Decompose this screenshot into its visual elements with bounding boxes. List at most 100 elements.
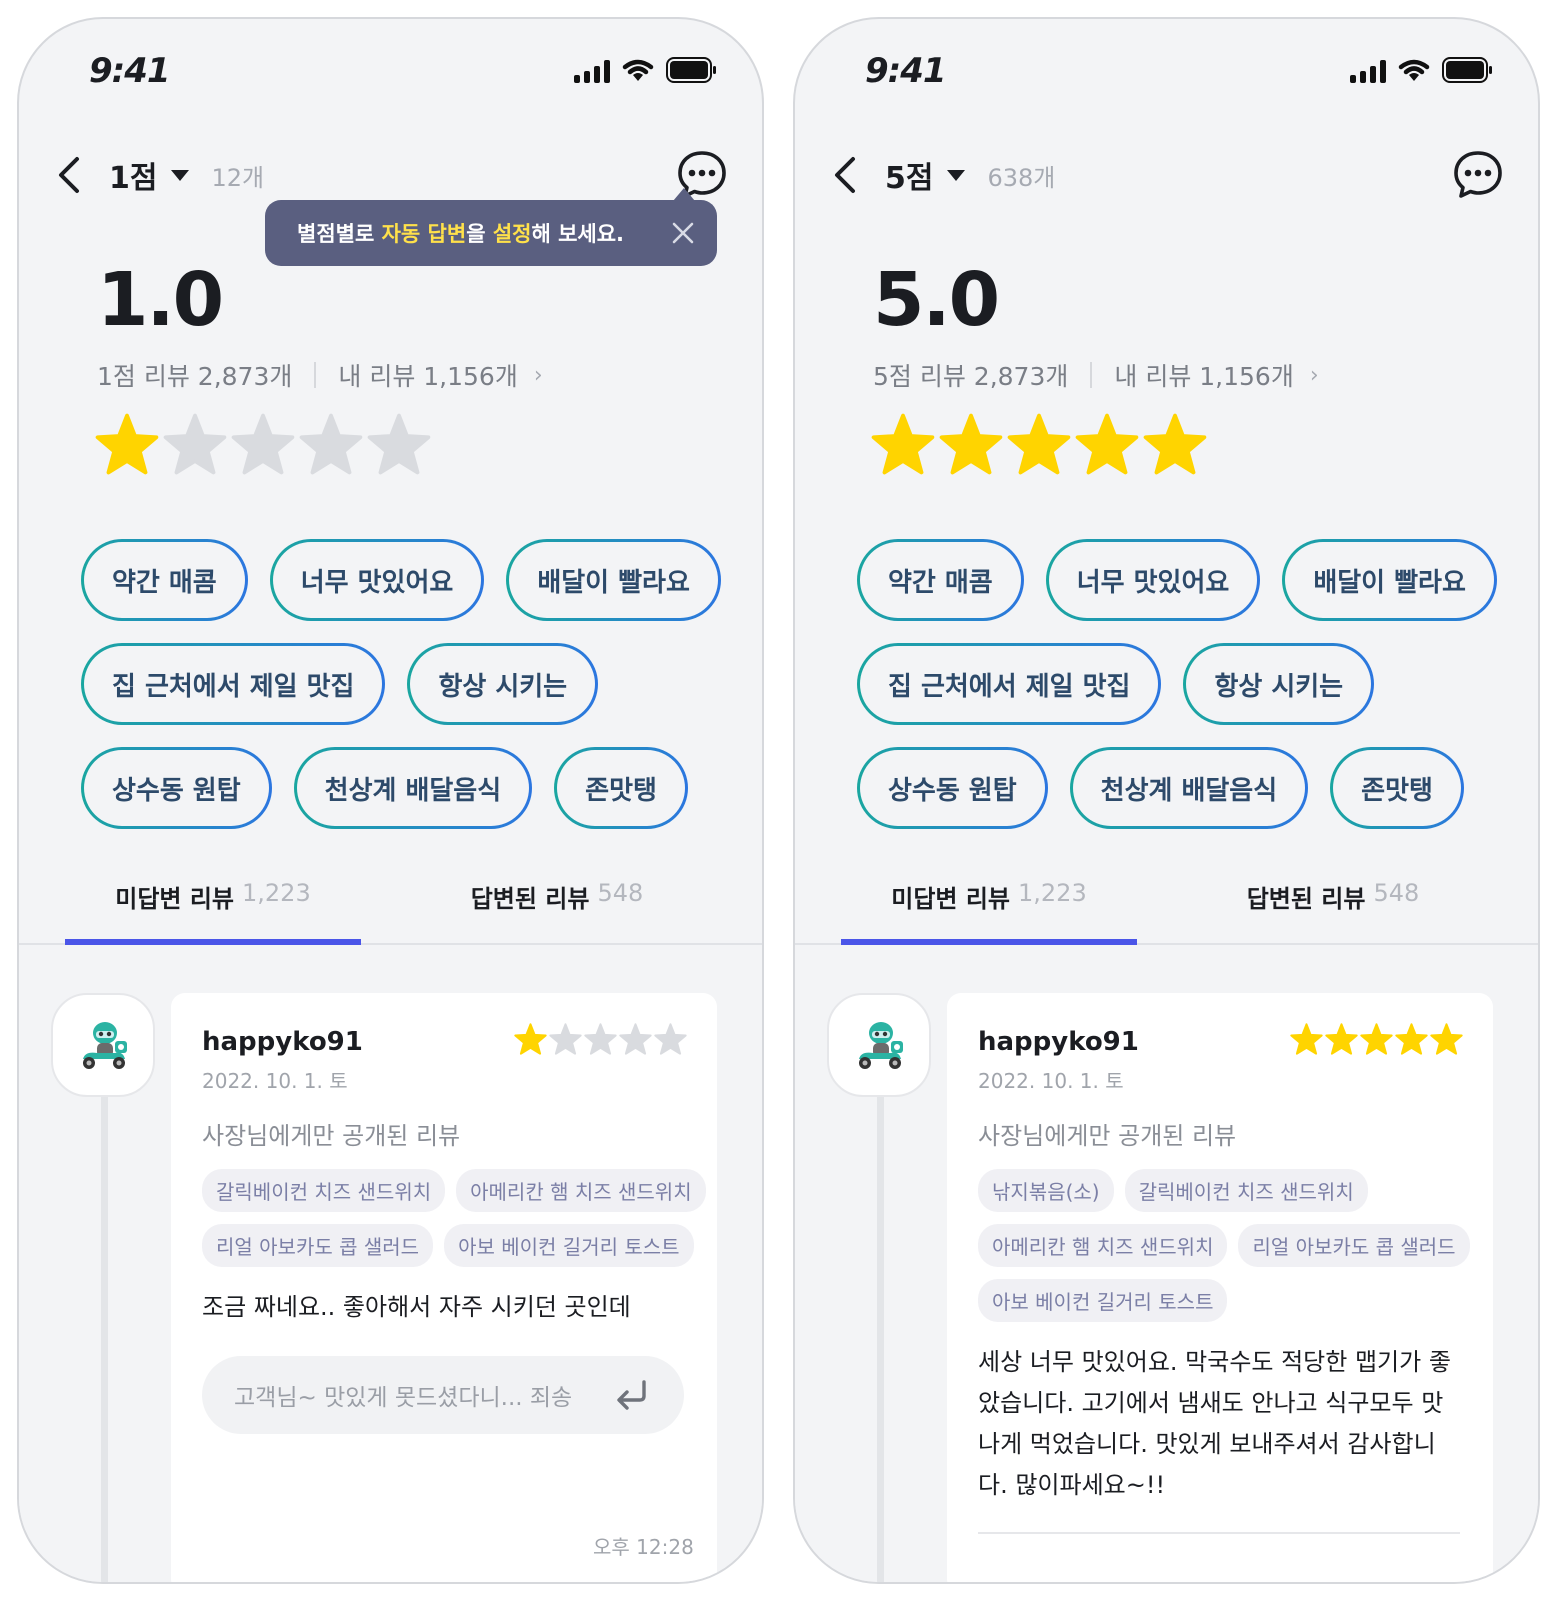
review-star-rating (514, 1023, 687, 1055)
star-icon (514, 1023, 547, 1055)
reply-input-text: 고객님~ 맛있게 못드셨다니... 죄송 (234, 1385, 573, 1411)
keyword-chip[interactable]: 배달이 빨라요 (1282, 539, 1497, 621)
star-icon (1325, 1023, 1358, 1055)
keyword-chip[interactable]: 약간 매콤 (81, 539, 248, 621)
keyword-chip[interactable]: 집 근처에서 제일 맛집 (857, 643, 1162, 725)
ordered-menu-tags: 갈릭베이컨 치즈 샌드위치 아메리칸 햄 치즈 샌드위치 리얼 아보카도 콥 샐러드… (202, 1169, 712, 1267)
star-icon (1075, 413, 1139, 475)
star-icon (163, 413, 227, 475)
tab-answered[interactable]: 답변된 리뷰 548 (409, 879, 705, 945)
keyword-chip-label: 항상 시키는 (410, 646, 596, 722)
review-card: happyko91 2022. 10. 1. 토 사장님에게만 공개된 리뷰 갈… (171, 993, 717, 1582)
star-icon (1360, 1023, 1393, 1055)
private-review-label: 사장님에게만 공개된 리뷰 (978, 1122, 1237, 1150)
star-icon (367, 413, 431, 475)
divider (1090, 362, 1093, 388)
timeline-line (877, 1097, 884, 1582)
divider (314, 362, 317, 388)
keyword-chip-label: 너무 맛있어요 (272, 542, 482, 618)
average-score: 1.0 (97, 257, 224, 343)
keyword-chip[interactable]: 천상계 배달음식 (293, 747, 533, 829)
keyword-chip[interactable]: 존맛탱 (554, 747, 688, 829)
keyword-chip[interactable]: 너무 맛있어요 (269, 539, 485, 621)
star-icon (1430, 1023, 1463, 1055)
keyword-chip-label: 약간 매콤 (84, 542, 245, 618)
keyword-chip-label: 약간 매콤 (860, 542, 1021, 618)
private-review-label: 사장님에게만 공개된 리뷰 (202, 1122, 461, 1150)
keyword-chip-label: 집 근처에서 제일 맛집 (84, 646, 383, 722)
review-date: 2022. 10. 1. 토 (202, 1069, 348, 1093)
review-summary: 5점 리뷰 2,873개 내 리뷰 1,156개 › (873, 357, 1319, 393)
tab-unanswered[interactable]: 미답변 리뷰 1,223 (65, 879, 361, 945)
signal-icon (1350, 59, 1386, 83)
review-tabs: 미답변 리뷰 1,223 답변된 리뷰 548 (795, 879, 1538, 945)
review-feed: happyko91 2022. 10. 1. 토 사장님에게만 공개된 리뷰 낚… (795, 947, 1538, 1582)
close-icon[interactable] (671, 221, 695, 245)
menu-tag: 낚지볶음(소) (978, 1169, 1114, 1212)
chevron-left-icon[interactable] (51, 153, 87, 197)
keyword-chip[interactable]: 약간 매콤 (857, 539, 1024, 621)
keyword-chip-label: 천상계 배달음식 (1072, 750, 1306, 826)
score-filter-dropdown[interactable]: 1점 12개 (109, 153, 264, 197)
keyword-chips: 약간 매콤 너무 맛있어요 배달이 빨라요집 근처에서 제일 맛집 항상 시키는상수동… (857, 539, 1527, 851)
keyword-chip-label: 존맛탱 (1333, 750, 1461, 826)
review-date: 2022. 10. 1. 토 (978, 1069, 1124, 1093)
enter-icon[interactable] (614, 1378, 650, 1412)
reply-input[interactable]: 고객님~ 맛있게 못드셨다니... 죄송 (202, 1356, 684, 1434)
keyword-chip[interactable]: 항상 시키는 (1183, 643, 1375, 725)
star-icon (871, 413, 935, 475)
active-tab-indicator (841, 939, 1137, 945)
star-icon (299, 413, 363, 475)
battery-icon (666, 57, 716, 83)
header: 5점 638개 (795, 139, 1538, 215)
star-icon (584, 1023, 617, 1055)
keyword-chip-label: 항상 시키는 (1186, 646, 1372, 722)
review-username: happyko91 (978, 1027, 1139, 1057)
average-score: 5.0 (873, 257, 1000, 343)
review-star-rating (1290, 1023, 1463, 1055)
my-review-link[interactable]: 내 리뷰 1,156개 (338, 357, 517, 393)
keyword-chip-label: 너무 맛있어요 (1048, 542, 1258, 618)
star-icon (95, 413, 159, 475)
caret-down-icon (947, 169, 966, 181)
tab-unanswered[interactable]: 미답변 리뷰 1,223 (841, 879, 1137, 945)
keyword-chip-row: 약간 매콤 너무 맛있어요 배달이 빨라요 (857, 539, 1527, 621)
star-icon (1395, 1023, 1428, 1055)
keyword-chip-label: 상수동 원탑 (84, 750, 269, 826)
menu-tag: 아메리칸 햄 치즈 샌드위치 (978, 1224, 1228, 1267)
menu-tag: 아메리칸 햄 치즈 샌드위치 (456, 1169, 706, 1212)
keyword-chip-label: 집 근처에서 제일 맛집 (860, 646, 1159, 722)
keyword-chip[interactable]: 배달이 빨라요 (506, 539, 721, 621)
chat-bubble-icon[interactable] (1452, 149, 1504, 201)
avatar (51, 993, 155, 1097)
star-icon (619, 1023, 652, 1055)
keyword-chip[interactable]: 상수동 원탑 (81, 747, 272, 829)
star-rating-large (871, 413, 1207, 475)
menu-tag: 아보 베이컨 길거리 토스트 (444, 1224, 694, 1267)
keyword-chip-row: 상수동 원탑 천상계 배달음식 존맛탱 (857, 747, 1527, 829)
keyword-chip-label: 배달이 빨라요 (1285, 542, 1494, 618)
keyword-chip[interactable]: 상수동 원탑 (857, 747, 1048, 829)
review-feed: happyko91 2022. 10. 1. 토 사장님에게만 공개된 리뷰 갈… (19, 947, 762, 1582)
keyword-chip[interactable]: 천상계 배달음식 (1069, 747, 1309, 829)
star-icon (939, 413, 1003, 475)
score-count: 638개 (987, 163, 1056, 192)
timeline-line (101, 1097, 108, 1582)
divider (978, 1532, 1460, 1534)
chevron-left-icon[interactable] (827, 153, 863, 197)
status-icons (574, 57, 718, 83)
review-tabs: 미답변 리뷰 1,223 답변된 리뷰 548 (19, 879, 762, 945)
keyword-chip[interactable]: 집 근처에서 제일 맛집 (81, 643, 386, 725)
keyword-chip[interactable]: 존맛탱 (1330, 747, 1464, 829)
keyword-chip[interactable]: 항상 시키는 (407, 643, 599, 725)
status-time: 9:41 (89, 51, 171, 91)
score-filter-dropdown[interactable]: 5점 638개 (885, 153, 1055, 197)
phone-screen-5star: 9:41 5점 638개 5.0 5점 리뷰 2,873개 내 리뷰 1,156… (793, 17, 1540, 1584)
tab-answered[interactable]: 답변된 리뷰 548 (1185, 879, 1481, 945)
keyword-chip-row: 약간 매콤 너무 맛있어요 배달이 빨라요 (81, 539, 751, 621)
keyword-chip[interactable]: 너무 맛있어요 (1045, 539, 1261, 621)
status-icons (1350, 57, 1494, 83)
score-filter-label: 5점 (885, 161, 934, 196)
my-review-link[interactable]: 내 리뷰 1,156개 (1114, 357, 1293, 393)
keyword-chip-label: 배달이 빨라요 (509, 542, 718, 618)
